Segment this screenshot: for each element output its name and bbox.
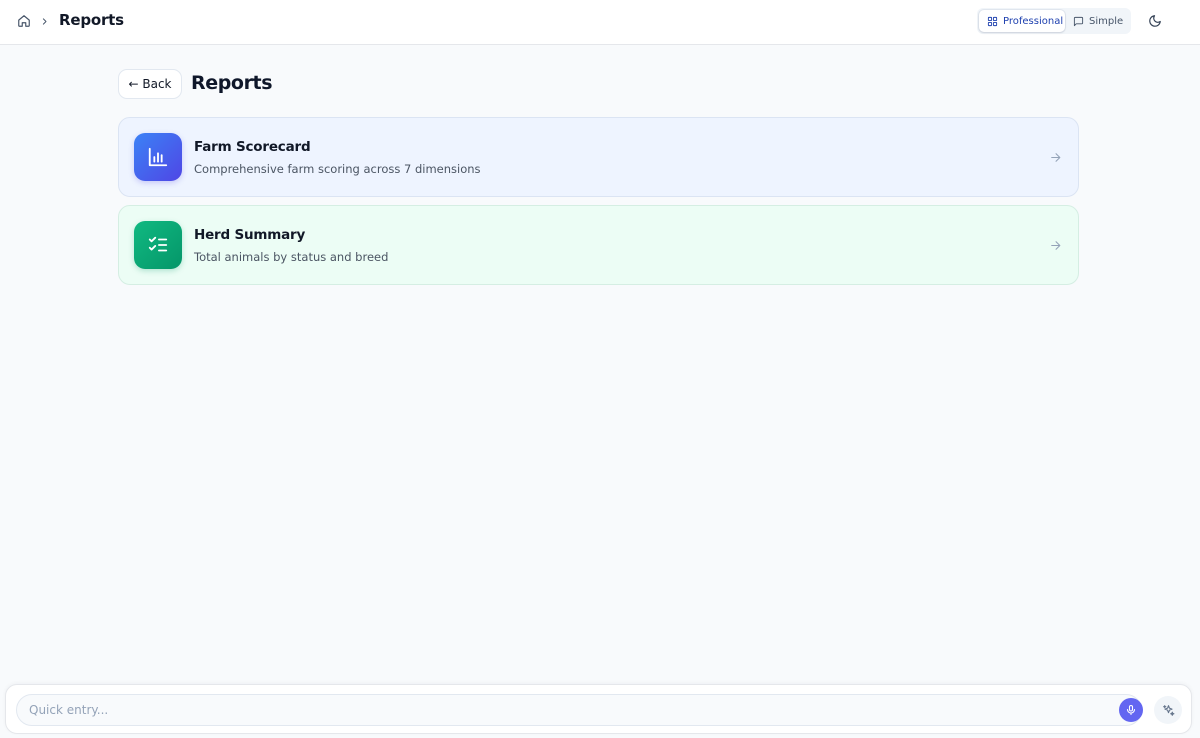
list-checks-icon [134,221,182,269]
report-description: Total animals by status and breed [194,250,389,264]
professional-mode-label: Professional [1003,15,1064,27]
report-card-farm-scorecard[interactable]: Farm Scorecard Comprehensive farm scorin… [118,117,1079,197]
report-title: Farm Scorecard [194,139,311,155]
breadcrumb-current: Reports [59,11,124,29]
report-description: Comprehensive farm scoring across 7 dime… [194,162,481,176]
sparkles-icon[interactable] [1154,696,1182,724]
quick-entry-bar [5,684,1192,734]
page-title: Reports [191,72,273,94]
report-card-herd-summary[interactable]: Herd Summary Total animals by status and… [118,205,1079,285]
bar-chart-icon [134,133,182,181]
professional-mode-button[interactable]: Professional [979,10,1065,32]
top-bar: Reports Professional Simple [0,0,1200,45]
grid-icon [987,16,998,27]
message-square-icon [1073,16,1084,27]
simple-mode-button[interactable]: Simple [1065,10,1127,32]
chevron-right-icon [38,13,50,29]
view-mode-toggle: Professional Simple [977,8,1131,34]
arrow-right-icon [1048,238,1062,252]
simple-mode-label: Simple [1089,15,1124,27]
quick-entry-input[interactable] [16,694,1142,726]
home-icon[interactable] [15,12,33,30]
arrow-right-icon [1048,150,1062,164]
moon-icon[interactable] [1146,12,1164,30]
report-title: Herd Summary [194,227,306,243]
back-button[interactable]: ← Back [118,69,182,99]
microphone-icon[interactable] [1119,698,1143,722]
